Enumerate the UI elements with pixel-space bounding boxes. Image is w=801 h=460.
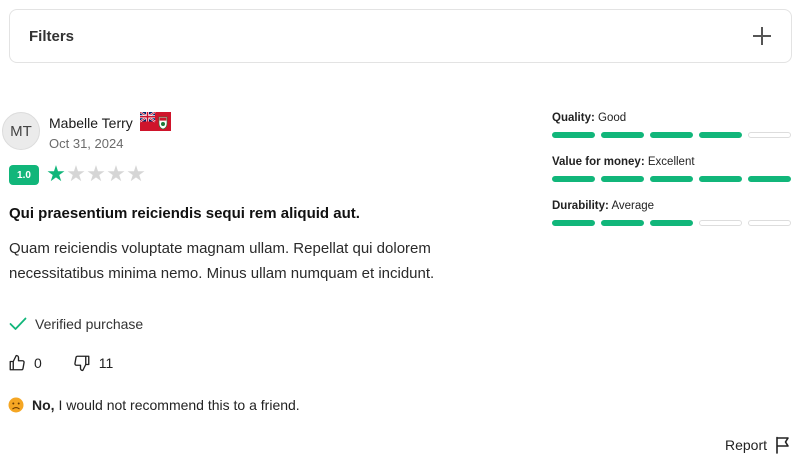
review-title: Qui praesentium reiciendis sequi rem ali…	[9, 205, 360, 222]
check-icon	[9, 317, 27, 331]
star-icon: ★	[66, 162, 86, 187]
recommend-answer: No,	[32, 397, 55, 413]
review-body: Quam reiciendis voluptate magnam ullam. …	[9, 240, 435, 282]
thumbs-up-count: 0	[34, 355, 42, 371]
verified-label: Verified purchase	[35, 316, 144, 332]
attribute-name: Durability:	[552, 200, 609, 212]
attribute-name: Quality:	[552, 112, 595, 124]
attribute-bar-segment	[552, 220, 595, 226]
review-date: Oct 31, 2024	[49, 136, 124, 151]
helpful-votes: 0 11	[8, 354, 113, 372]
attribute-bar-segment	[650, 176, 693, 182]
attribute-value-for-money: Value for money: Excellent	[552, 156, 792, 200]
attribute-bar	[552, 220, 792, 226]
filters-toggle[interactable]: Filters	[9, 9, 792, 63]
verified-purchase: Verified purchase	[9, 316, 143, 332]
rating-badge: 1.0	[9, 165, 39, 185]
attribute-bar-segment	[650, 132, 693, 138]
attribute-durability: Durability: Average	[552, 200, 792, 244]
attribute-bar-segment	[650, 220, 693, 226]
report-label: Report	[724, 437, 767, 453]
thumbs-down-count: 11	[98, 355, 114, 371]
attribute-bar-segment	[699, 220, 742, 226]
recommend-text: I would not recommend this to a friend.	[54, 397, 300, 413]
star-icon: ★	[86, 162, 106, 187]
thumbs-up-button[interactable]: 0	[8, 354, 42, 372]
filters-label: Filters	[29, 27, 75, 45]
attribute-bar	[552, 176, 792, 182]
attribute-bar-segment	[748, 176, 791, 182]
attribute-value: Excellent	[647, 156, 695, 168]
attribute-bar-segment	[601, 176, 644, 182]
attribute-bar-segment	[699, 132, 742, 138]
star-icon: ★	[46, 162, 66, 187]
attribute-bar	[552, 132, 792, 138]
attribute-name: Value for money:	[552, 156, 645, 168]
flag-icon	[776, 436, 789, 454]
star-rating: ★ ★ ★ ★ ★	[46, 164, 146, 186]
thumbs-up-icon	[9, 354, 25, 371]
attribute-bar-segment	[748, 132, 791, 138]
attribute-bar-segment	[699, 176, 742, 182]
attribute-bar-segment	[601, 220, 644, 226]
star-icon: ★	[106, 162, 126, 187]
sad-face-icon	[8, 397, 24, 413]
attribute-bar-segment	[601, 132, 644, 138]
attribute-value: Average	[611, 200, 655, 212]
thumbs-down-button[interactable]: 11	[73, 354, 114, 372]
star-icon: ★	[126, 162, 146, 187]
reviewer-name: Mabelle Terry	[49, 115, 133, 131]
attribute-value: Good	[598, 112, 627, 124]
recommendation: No, I would not recommend this to a frie…	[8, 397, 300, 413]
report-button[interactable]: Report	[725, 436, 791, 454]
attribute-bar-segment	[552, 176, 595, 182]
plus-icon[interactable]	[753, 27, 771, 45]
attribute-bar-segment	[748, 220, 791, 226]
attribute-ratings: Quality: Good Value for money: Excellent…	[552, 112, 792, 244]
avatar: MT	[2, 112, 40, 150]
bermuda-flag-icon	[140, 112, 171, 131]
thumbs-down-icon	[74, 355, 90, 372]
attribute-quality: Quality: Good	[552, 112, 792, 156]
attribute-bar-segment	[552, 132, 595, 138]
